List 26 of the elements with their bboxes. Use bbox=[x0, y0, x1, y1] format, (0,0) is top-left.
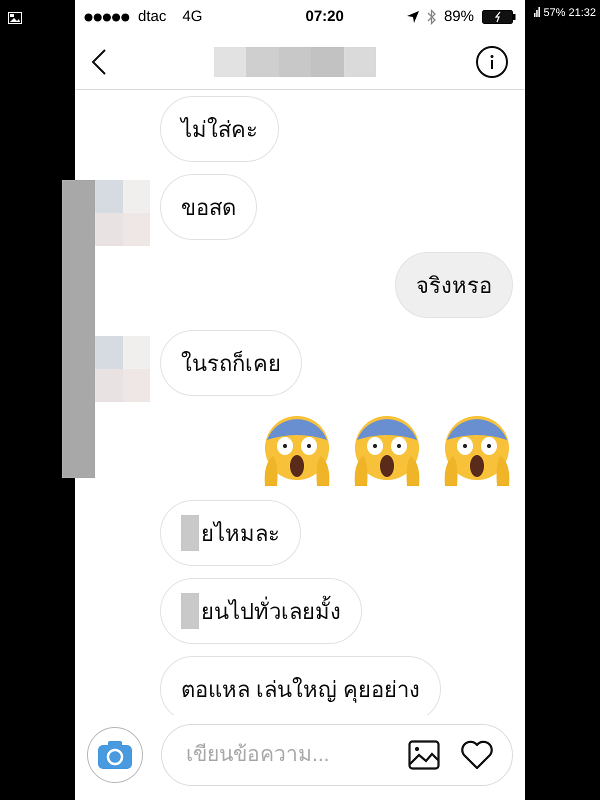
info-icon bbox=[490, 54, 494, 68]
battery-icon bbox=[482, 10, 516, 24]
message-composer[interactable]: เขียนข้อความ... bbox=[161, 724, 513, 786]
clock-time: 21:32 bbox=[568, 6, 596, 21]
camera-icon bbox=[97, 740, 133, 770]
message-text: ขอสด bbox=[181, 194, 236, 222]
bluetooth-icon bbox=[426, 9, 436, 25]
battery-percent: 57% bbox=[543, 6, 566, 21]
phone-time: 07:20 bbox=[305, 6, 344, 27]
heart-icon[interactable] bbox=[460, 740, 494, 770]
signal-icon bbox=[534, 7, 540, 17]
image-icon[interactable] bbox=[408, 740, 440, 770]
message-text: ไม่ใส่คะ bbox=[181, 116, 258, 144]
battery-percent: 89% bbox=[444, 6, 474, 27]
message-text: จริงหรอ bbox=[416, 272, 492, 300]
message-text: ยนไปทั่วเลยมั้ง bbox=[201, 594, 341, 628]
location-arrow-icon bbox=[406, 11, 419, 23]
signal-icon bbox=[84, 12, 130, 22]
network-type: 4G bbox=[182, 6, 202, 27]
info-button[interactable] bbox=[476, 46, 508, 78]
message-input-field[interactable]: เขียนข้อความ... bbox=[186, 736, 388, 772]
message-text: ตอแหล เล่นใหญ่ คุยอย่าง bbox=[181, 676, 420, 705]
carrier-name: dtac bbox=[138, 6, 166, 27]
gallery-icon bbox=[8, 12, 22, 24]
message-text: ยไหมละ bbox=[201, 520, 280, 548]
message-text: ในรถก็เคย bbox=[181, 350, 281, 378]
